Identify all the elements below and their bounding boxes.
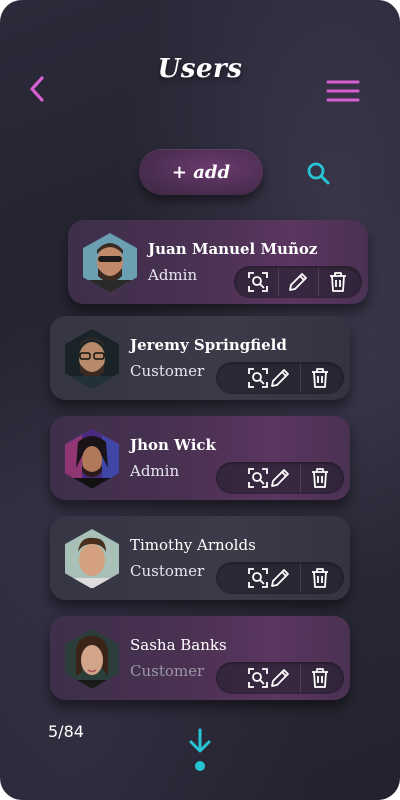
search-icon [307, 162, 330, 185]
user-actions [216, 562, 344, 594]
user-name: Jeremy Springfield [130, 336, 287, 354]
trash-icon[interactable] [308, 566, 332, 590]
user-role: Customer [130, 362, 205, 380]
search-button[interactable] [304, 159, 332, 187]
divider [300, 364, 301, 392]
menu-button[interactable] [326, 78, 360, 104]
pencil-edit-icon[interactable] [268, 466, 292, 490]
trash-icon[interactable] [326, 270, 350, 294]
add-button-label: + add [171, 161, 231, 183]
scan-view-icon[interactable] [246, 270, 270, 294]
avatar [65, 529, 120, 588]
divider [278, 268, 279, 296]
pencil-edit-icon[interactable] [268, 366, 292, 390]
user-name: Juan Manuel Muñoz [148, 240, 318, 258]
user-actions [216, 362, 344, 394]
users-screen: Users + add Juan Manuel Muñoz Admin Jere… [0, 0, 400, 800]
trash-icon[interactable] [308, 666, 332, 690]
avatar [65, 329, 120, 388]
pencil-edit-icon[interactable] [268, 566, 292, 590]
load-more-button[interactable] [186, 728, 214, 776]
divider [300, 664, 301, 692]
user-name: Jhon Wick [130, 436, 216, 454]
user-role: Customer [130, 562, 205, 580]
user-name: Sasha Banks [130, 636, 227, 654]
page-count: 5/84 [48, 722, 84, 741]
trash-icon[interactable] [308, 366, 332, 390]
pencil-edit-icon[interactable] [286, 270, 310, 294]
user-name: Timothy Arnolds [130, 536, 256, 554]
user-actions [216, 662, 344, 694]
divider [300, 464, 301, 492]
scan-view-icon[interactable] [246, 666, 270, 690]
hamburger-menu-icon [326, 80, 360, 102]
user-role: Admin [148, 266, 198, 284]
user-role: Admin [130, 462, 180, 480]
user-card[interactable]: Juan Manuel Muñoz Admin [68, 220, 368, 304]
user-card[interactable]: Sasha Banks Customer [50, 616, 350, 700]
user-actions [234, 266, 362, 298]
scan-view-icon[interactable] [246, 366, 270, 390]
user-card[interactable]: Timothy Arnolds Customer [50, 516, 350, 600]
divider [318, 268, 319, 296]
user-actions [216, 462, 344, 494]
user-role: Customer [130, 662, 205, 680]
avatar [65, 429, 120, 488]
avatar [83, 233, 138, 292]
download-arrow-icon [189, 728, 211, 771]
divider [300, 564, 301, 592]
scan-view-icon[interactable] [246, 566, 270, 590]
add-user-button[interactable]: + add [139, 149, 263, 195]
avatar [65, 629, 120, 688]
scan-view-icon[interactable] [246, 466, 270, 490]
trash-icon[interactable] [308, 466, 332, 490]
user-card[interactable]: Jeremy Springfield Customer [50, 316, 350, 400]
user-card[interactable]: Jhon Wick Admin [50, 416, 350, 500]
pencil-edit-icon[interactable] [268, 666, 292, 690]
